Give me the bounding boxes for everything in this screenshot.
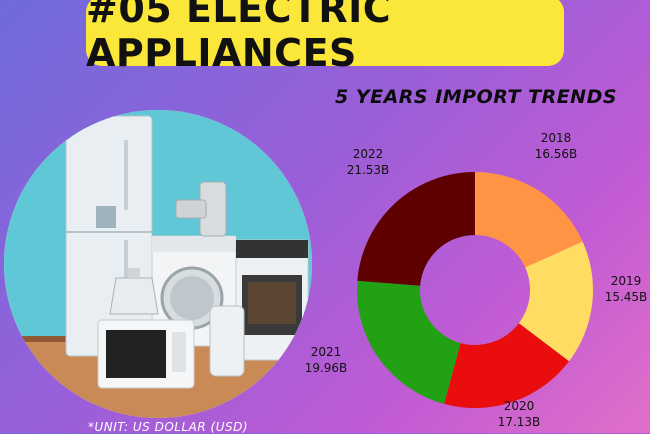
unit-note: *UNIT: US DOLLAR (USD) — [88, 420, 249, 434]
slice-year-label: 2018 — [541, 131, 572, 145]
slice-year-label: 2022 — [353, 147, 384, 161]
slice-value-label: 16.56B — [535, 147, 578, 161]
donut-chart: 2018 16.56B 2019 15.45B 2020 17.13B 2021 19.96B… — [305, 131, 648, 429]
donut-slice-2021 — [357, 280, 461, 404]
slice-value-label: 17.13B — [498, 415, 541, 429]
slice-year-label: 2019 — [611, 274, 642, 288]
donut-slice-2022 — [357, 172, 475, 286]
slice-value-label: 15.45B — [605, 290, 648, 304]
slice-year-label: 2020 — [504, 399, 535, 413]
slice-value-label: 21.53B — [347, 163, 390, 177]
slice-year-label: 2021 — [311, 345, 342, 359]
slice-value-label: 19.96B — [305, 361, 348, 375]
